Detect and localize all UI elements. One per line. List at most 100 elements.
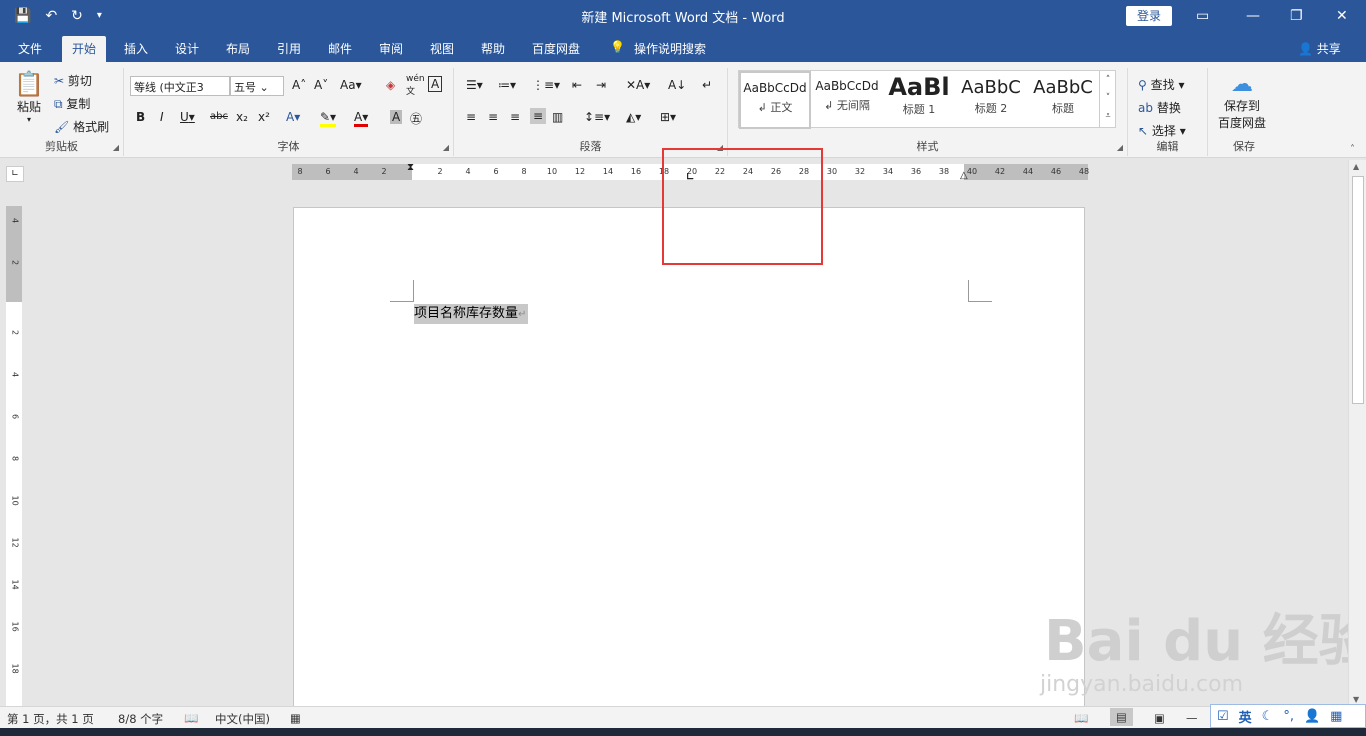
character-border-icon[interactable]: A xyxy=(428,76,443,92)
superscript-button[interactable]: x² xyxy=(258,110,270,124)
style-title[interactable]: AaBbC 标题 xyxy=(1027,71,1099,129)
dialog-launcher-icon[interactable]: ◢ xyxy=(1117,143,1123,152)
style-heading-2[interactable]: AaBbC 标题 2 xyxy=(955,71,1027,129)
subscript-button[interactable]: x₂ xyxy=(236,110,248,124)
phonetic-guide-button[interactable]: wén 文 xyxy=(406,74,425,97)
align-left-icon[interactable]: ≡ xyxy=(466,110,476,124)
tab-home[interactable]: 开始 xyxy=(62,36,107,62)
page-count[interactable]: 第 1 页，共 1 页 xyxy=(7,711,94,727)
scroll-down-icon[interactable]: ▼ xyxy=(1353,695,1359,704)
collapse-ribbon-icon[interactable]: ˄ xyxy=(1350,144,1355,155)
shrink-font-icon[interactable]: A˅ xyxy=(314,78,328,92)
grow-font-icon[interactable]: A˄ xyxy=(292,78,306,92)
tab-insert[interactable]: 插入 xyxy=(124,40,148,57)
increase-indent-icon[interactable]: ⇥ xyxy=(596,78,606,92)
format-painter-button[interactable]: 🖌 格式刷 xyxy=(54,118,109,135)
grid-icon[interactable]: ▦ xyxy=(1330,709,1342,724)
zoom-out-icon[interactable]: — xyxy=(1186,711,1198,725)
text-effects-icon[interactable]: A▾ xyxy=(286,110,300,124)
underline-button[interactable]: U▾ xyxy=(180,110,195,124)
change-case-button[interactable]: Aa▾ xyxy=(340,78,362,92)
align-center-icon[interactable]: ≡ xyxy=(488,110,498,124)
align-right-icon[interactable]: ≡ xyxy=(510,110,520,124)
read-mode-icon[interactable]: 📖 xyxy=(1074,711,1088,725)
word-count[interactable]: 8/8 个字 xyxy=(118,711,163,727)
minimize-icon[interactable]: — xyxy=(1246,6,1260,26)
save-to-baidu-button[interactable]: ☁ 保存到 百度网盘 xyxy=(1218,72,1266,131)
ruler-tick: 34 xyxy=(882,167,894,176)
justify-icon[interactable]: ≡ xyxy=(530,108,547,124)
shading-icon[interactable]: ◭▾ xyxy=(626,110,641,124)
more-icon[interactable]: ⩡ xyxy=(1100,107,1116,125)
style-name: 标题 2 xyxy=(974,102,1008,115)
macro-icon[interactable]: ▦ xyxy=(290,711,301,725)
dialog-launcher-icon[interactable]: ◢ xyxy=(443,143,449,152)
enclose-characters-icon[interactable]: ㊄ xyxy=(410,110,422,127)
numbering-icon[interactable]: ≔▾ xyxy=(498,78,516,92)
strikethrough-button[interactable]: abc xyxy=(210,111,228,122)
dialog-launcher-icon[interactable]: ◢ xyxy=(113,143,119,152)
proofing-icon[interactable]: 📖 xyxy=(184,711,198,725)
punctuation-icon[interactable]: °, xyxy=(1283,709,1294,724)
maximize-icon[interactable]: ❐ xyxy=(1290,6,1303,26)
distributed-icon[interactable]: ▥ xyxy=(552,110,563,124)
checkbox-icon[interactable]: ☑ xyxy=(1217,709,1229,724)
style-normal[interactable]: AaBbCcDd ↲ 正文 xyxy=(739,71,811,129)
find-button[interactable]: ⚲ 查找 ▾ xyxy=(1138,76,1184,93)
scroll-thumb[interactable] xyxy=(1352,176,1364,404)
tab-file[interactable]: 文件 xyxy=(18,40,42,57)
document-text[interactable]: 项目名称库存数量↵ xyxy=(414,304,529,324)
italic-button[interactable]: I xyxy=(160,110,164,124)
share-button[interactable]: 👤 共享 xyxy=(1298,40,1341,57)
ribbon-display-icon[interactable]: ▭ xyxy=(1196,6,1209,26)
highlight-color-icon[interactable]: ✎▾ xyxy=(320,110,337,127)
decrease-indent-icon[interactable]: ⇤ xyxy=(572,78,582,92)
bold-button[interactable]: B xyxy=(136,110,145,124)
tab-layout[interactable]: 布局 xyxy=(226,40,250,57)
language-indicator[interactable]: 中文(中国) xyxy=(215,711,270,727)
style-no-spacing[interactable]: AaBbCcDd ↲ 无间隔 xyxy=(811,71,883,129)
vertical-scrollbar[interactable]: ▲ ▼ xyxy=(1348,160,1366,706)
style-heading-1[interactable]: AaBl 标题 1 xyxy=(883,71,955,129)
font-color-icon[interactable]: A▾ xyxy=(354,110,369,127)
font-size-combo[interactable]: 五号 ⌄ xyxy=(230,76,284,96)
tab-view[interactable]: 视图 xyxy=(430,40,454,57)
moon-icon[interactable]: ☾ xyxy=(1262,709,1274,724)
vertical-ruler[interactable]: 4 2 2 4 6 8 10 12 14 16 18 xyxy=(6,206,22,706)
chinese-layout-icon[interactable]: ✕A▾ xyxy=(626,78,650,92)
tab-mailings[interactable]: 邮件 xyxy=(328,40,352,57)
tab-design[interactable]: 设计 xyxy=(175,40,199,57)
show-marks-icon[interactable]: ↵ xyxy=(702,78,712,92)
document-page[interactable]: 项目名称库存数量↵ xyxy=(293,207,1085,707)
tab-baidu-netdisk[interactable]: 百度网盘 xyxy=(532,40,580,57)
sort-icon[interactable]: A↓ xyxy=(668,78,686,92)
cut-button[interactable]: ✂ 剪切 xyxy=(54,72,92,89)
line-spacing-icon[interactable]: ↕≡▾ xyxy=(584,110,610,124)
tab-help[interactable]: 帮助 xyxy=(481,40,505,57)
bullets-icon[interactable]: ☰▾ xyxy=(466,78,483,92)
user-icon[interactable]: 👤 xyxy=(1304,709,1320,724)
chevron-up-icon[interactable]: ˄ xyxy=(1100,71,1116,89)
tab-selector[interactable]: ∟ xyxy=(6,166,24,182)
replace-button[interactable]: ab 替换 xyxy=(1138,99,1181,116)
select-button[interactable]: ↖ 选择 ▾ xyxy=(1138,122,1186,139)
clear-formatting-icon[interactable]: ◈ xyxy=(386,78,395,92)
multilevel-list-icon[interactable]: ⋮≡▾ xyxy=(532,78,560,92)
tab-review[interactable]: 审阅 xyxy=(379,40,403,57)
web-layout-icon[interactable]: ▣ xyxy=(1154,711,1165,725)
print-layout-icon[interactable]: ▤ xyxy=(1110,708,1133,726)
close-icon[interactable]: ✕ xyxy=(1336,6,1348,26)
paste-button[interactable]: 📋 粘贴 ▾ xyxy=(14,70,44,124)
copy-button[interactable]: ⧉ 复制 xyxy=(54,95,90,112)
character-shading-icon[interactable]: A xyxy=(390,110,403,124)
ime-mode[interactable]: 英 xyxy=(1239,707,1252,726)
indent-marker[interactable]: ⧗ xyxy=(407,162,414,173)
tab-references[interactable]: 引用 xyxy=(277,40,301,57)
scroll-up-icon[interactable]: ▲ xyxy=(1353,162,1359,171)
tell-me-search[interactable]: 操作说明搜索 xyxy=(634,40,706,57)
borders-icon[interactable]: ⊞▾ xyxy=(660,110,676,124)
chevron-down-icon[interactable]: ˅ xyxy=(1100,89,1116,107)
right-indent-marker[interactable]: △ xyxy=(960,170,968,181)
font-name-combo[interactable]: 等线 (中文正3 xyxy=(130,76,230,96)
login-button[interactable]: 登录 xyxy=(1126,6,1172,26)
